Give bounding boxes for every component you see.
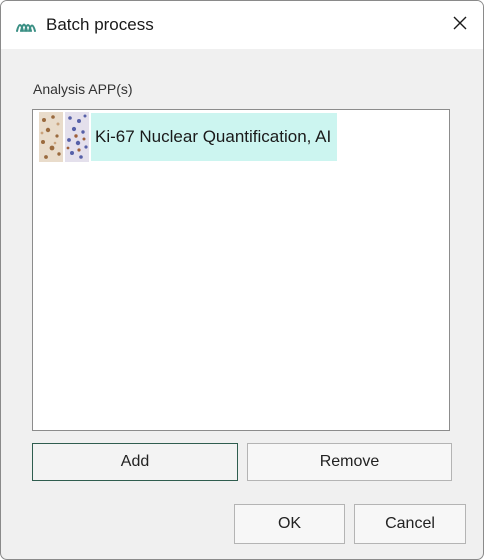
list-item-label: Ki-67 Nuclear Quantification, AI	[91, 113, 338, 161]
analysis-apps-list[interactable]: Ki-67 Nuclear Quantification, AI	[32, 109, 450, 431]
tissue-thumbnail-icon	[39, 112, 89, 162]
batch-process-dialog: Batch process Analysis APP(s) Ki-67 Nucl…	[0, 0, 484, 560]
window-title: Batch process	[46, 15, 154, 34]
app-waves-icon	[15, 16, 37, 34]
add-button[interactable]: Add	[32, 443, 238, 481]
close-icon	[452, 15, 468, 36]
close-button[interactable]	[442, 7, 478, 43]
ok-button[interactable]: OK	[234, 504, 345, 544]
list-item[interactable]: Ki-67 Nuclear Quantification, AI	[39, 112, 338, 162]
remove-button[interactable]: Remove	[247, 443, 452, 481]
analysis-apps-label: Analysis APP(s)	[33, 81, 133, 97]
title-bar[interactable]: Batch process	[1, 1, 483, 49]
cancel-button[interactable]: Cancel	[354, 504, 466, 544]
